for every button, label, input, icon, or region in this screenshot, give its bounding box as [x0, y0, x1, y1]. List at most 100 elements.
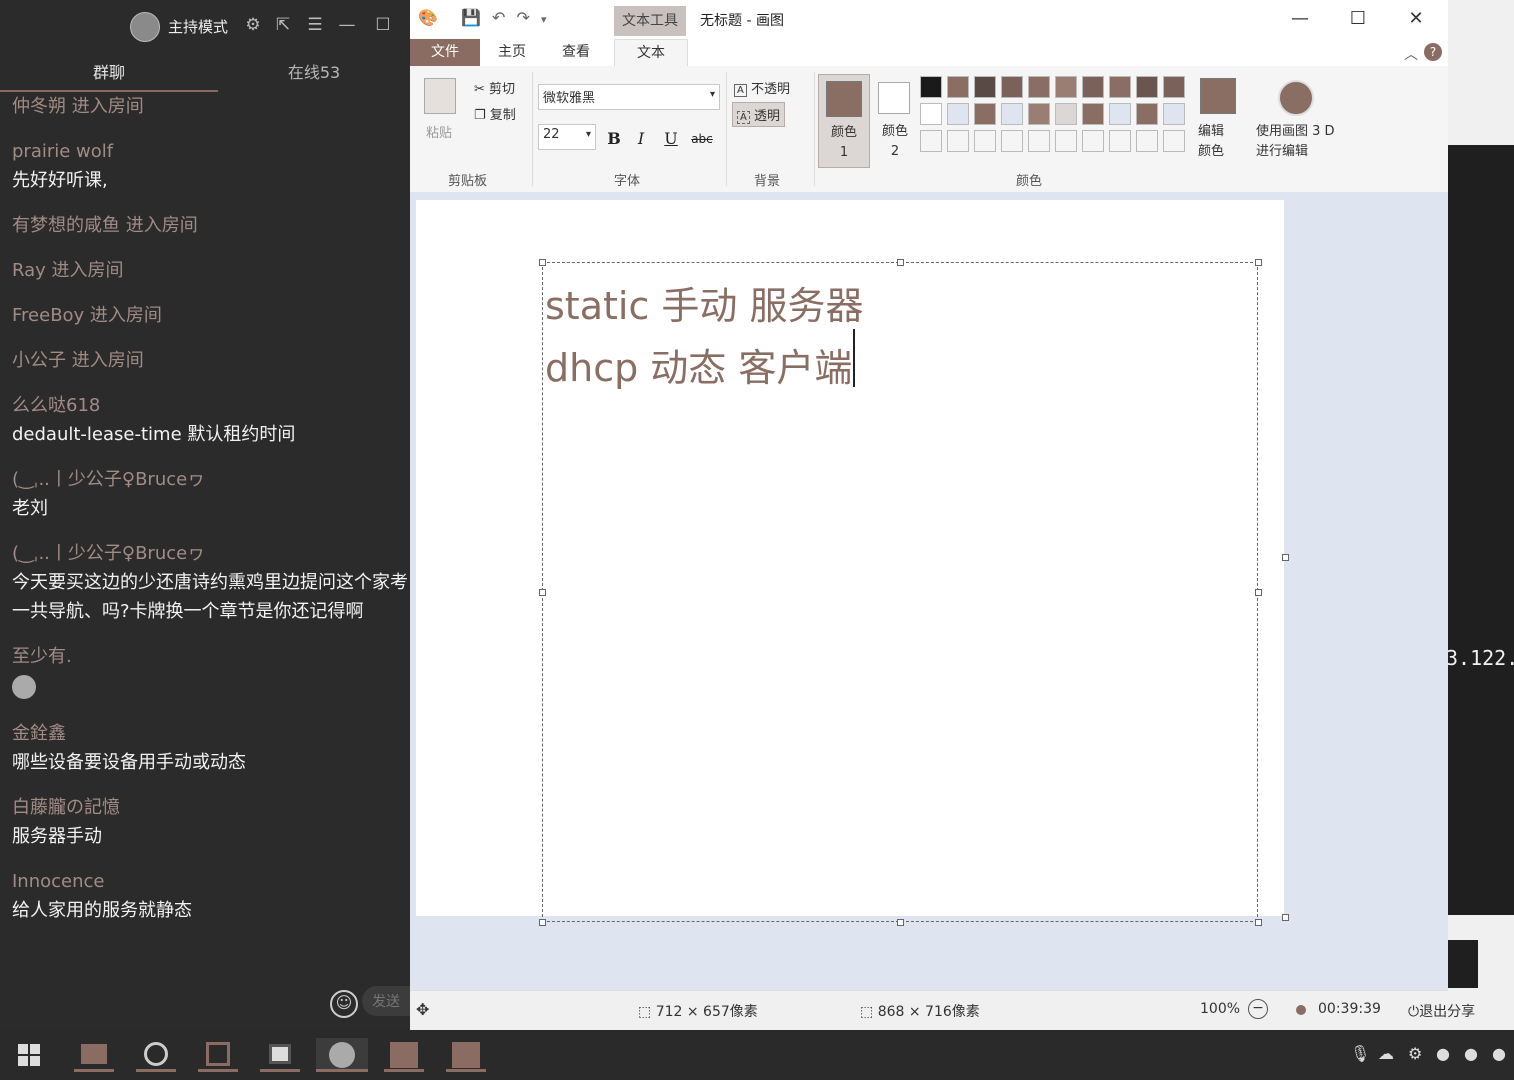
- tray-qq-3-icon[interactable]: ●: [1492, 1044, 1506, 1063]
- palette-swatch[interactable]: [974, 130, 996, 152]
- palette-swatch[interactable]: [1082, 76, 1104, 98]
- canvas-resize-handle[interactable]: [1282, 914, 1289, 921]
- terminal-app-icon[interactable]: [384, 1038, 424, 1072]
- tray-qq-2-icon[interactable]: ●: [1464, 1044, 1478, 1063]
- paint-taskbar-icon[interactable]: [316, 1038, 368, 1072]
- zoom-out-icon[interactable]: −: [1248, 999, 1268, 1019]
- edit-colors-button[interactable]: 编辑颜色: [1198, 122, 1234, 162]
- resize-handle[interactable]: [1255, 259, 1262, 266]
- drawing-canvas[interactable]: static 手动 服务器 dhcp 动态 客户端: [416, 200, 1284, 926]
- start-windows-icon[interactable]: [18, 1044, 40, 1066]
- customize-quick-access-icon[interactable]: ▾: [541, 13, 547, 26]
- collapse-ribbon-icon[interactable]: ︿: [1404, 44, 1418, 64]
- copy-button[interactable]: ❐ 复制: [474, 104, 516, 123]
- font-size-select[interactable]: 22 ▾: [538, 124, 596, 150]
- resize-handle[interactable]: [1255, 589, 1262, 596]
- underline-button[interactable]: U: [660, 128, 682, 150]
- color2-button[interactable]: 颜色 2: [872, 74, 918, 166]
- maximize-icon[interactable]: ☐: [372, 14, 394, 36]
- paste-button[interactable]: 粘贴: [426, 122, 452, 141]
- help-icon[interactable]: ?: [1424, 43, 1442, 61]
- paint3d-button[interactable]: 使用画图 3 D 进行编辑: [1256, 122, 1336, 162]
- tab-home[interactable]: 主页: [490, 39, 534, 66]
- tab-view[interactable]: 查看: [554, 39, 598, 66]
- palette-swatch[interactable]: [1136, 103, 1158, 125]
- tab-file[interactable]: 文件: [410, 39, 480, 66]
- palette-swatch[interactable]: [1055, 130, 1077, 152]
- strikethrough-button[interactable]: abc: [688, 128, 716, 150]
- palette-swatch[interactable]: [947, 103, 969, 125]
- cut-button[interactable]: ✂ 剪切: [474, 78, 515, 97]
- terminal-app-2-icon[interactable]: [446, 1038, 486, 1072]
- tray-qq-icon[interactable]: ●: [1436, 1044, 1450, 1063]
- palette-swatch[interactable]: [1001, 76, 1023, 98]
- palette-swatch[interactable]: [1163, 76, 1185, 98]
- font-family-select[interactable]: 微软雅黑 ▾: [538, 84, 720, 110]
- palette-swatch[interactable]: [1001, 130, 1023, 152]
- resize-handle[interactable]: [539, 259, 546, 266]
- opaque-button[interactable]: A 不透明: [734, 78, 790, 97]
- paint3d-icon[interactable]: [1278, 80, 1314, 116]
- palette-swatch[interactable]: [974, 76, 996, 98]
- host-mode-label[interactable]: 主持模式: [168, 16, 228, 37]
- color1-button[interactable]: 颜色 1: [818, 74, 870, 168]
- file-explorer-icon[interactable]: [74, 1038, 114, 1072]
- resize-handle[interactable]: [1255, 919, 1262, 926]
- palette-swatch[interactable]: [947, 76, 969, 98]
- palette-swatch[interactable]: [1028, 103, 1050, 125]
- transparent-button[interactable]: A 透明: [732, 102, 785, 127]
- text-box[interactable]: static 手动 服务器 dhcp 动态 客户端: [542, 262, 1258, 922]
- tab-text[interactable]: 文本: [614, 39, 688, 67]
- emoji-button-icon[interactable]: ☺: [330, 990, 358, 1018]
- palette-swatch[interactable]: [1028, 130, 1050, 152]
- paint-app-icon[interactable]: 🎨: [418, 8, 438, 27]
- settings-icon[interactable]: ⚙: [242, 14, 264, 36]
- resize-handle[interactable]: [539, 589, 546, 596]
- palette-swatch[interactable]: [1163, 103, 1185, 125]
- tray-app-icon[interactable]: ☁: [1378, 1044, 1394, 1063]
- redo-icon[interactable]: ↷: [517, 8, 530, 27]
- palette-swatch[interactable]: [974, 103, 996, 125]
- palette-swatch[interactable]: [1001, 103, 1023, 125]
- minimize-icon[interactable]: —: [336, 14, 358, 36]
- canvas-resize-handle[interactable]: [1282, 554, 1289, 561]
- palette-swatch[interactable]: [1082, 130, 1104, 152]
- undo-icon[interactable]: ↶: [492, 8, 505, 27]
- host-avatar[interactable]: [130, 12, 160, 42]
- palette-swatch[interactable]: [1028, 76, 1050, 98]
- minimize-button[interactable]: —: [1280, 6, 1320, 32]
- close-button[interactable]: ✕: [1396, 6, 1436, 32]
- edit-colors-icon[interactable]: [1200, 78, 1236, 114]
- resize-handle[interactable]: [897, 919, 904, 926]
- popout-icon[interactable]: ⇱: [272, 14, 294, 36]
- palette-swatch[interactable]: [1055, 103, 1077, 125]
- resize-handle[interactable]: [897, 259, 904, 266]
- paste-icon[interactable]: [424, 78, 456, 114]
- save-icon[interactable]: 💾: [461, 8, 481, 27]
- palette-swatch[interactable]: [920, 130, 942, 152]
- palette-swatch[interactable]: [1109, 76, 1131, 98]
- virtual-machine-icon[interactable]: [198, 1038, 238, 1072]
- exit-share-button[interactable]: ⏻退出分享: [1408, 1001, 1488, 1021]
- palette-swatch[interactable]: [1055, 76, 1077, 98]
- tray-settings-icon[interactable]: ⚙: [1408, 1044, 1422, 1063]
- italic-button[interactable]: I: [630, 128, 652, 150]
- palette-swatch[interactable]: [1136, 76, 1158, 98]
- palette-swatch[interactable]: [1163, 130, 1185, 152]
- tab-online[interactable]: 在线53: [218, 58, 410, 90]
- resize-handle[interactable]: [539, 919, 546, 926]
- canvas-text-line-2[interactable]: dhcp 动态 客户端: [545, 337, 852, 392]
- menu-icon[interactable]: ☰: [304, 14, 326, 36]
- palette-swatch[interactable]: [920, 103, 942, 125]
- palette-swatch[interactable]: [920, 76, 942, 98]
- browser-icon[interactable]: [136, 1038, 176, 1072]
- palette-swatch[interactable]: [947, 130, 969, 152]
- screen-recorder-icon[interactable]: [260, 1038, 300, 1072]
- palette-swatch[interactable]: [1082, 103, 1104, 125]
- palette-swatch[interactable]: [1109, 103, 1131, 125]
- palette-swatch[interactable]: [1109, 130, 1131, 152]
- bold-button[interactable]: B: [603, 128, 625, 150]
- tab-group-chat[interactable]: 群聊: [0, 58, 218, 92]
- palette-swatch[interactable]: [1136, 130, 1158, 152]
- microphone-icon[interactable]: 🎙: [1350, 1044, 1370, 1063]
